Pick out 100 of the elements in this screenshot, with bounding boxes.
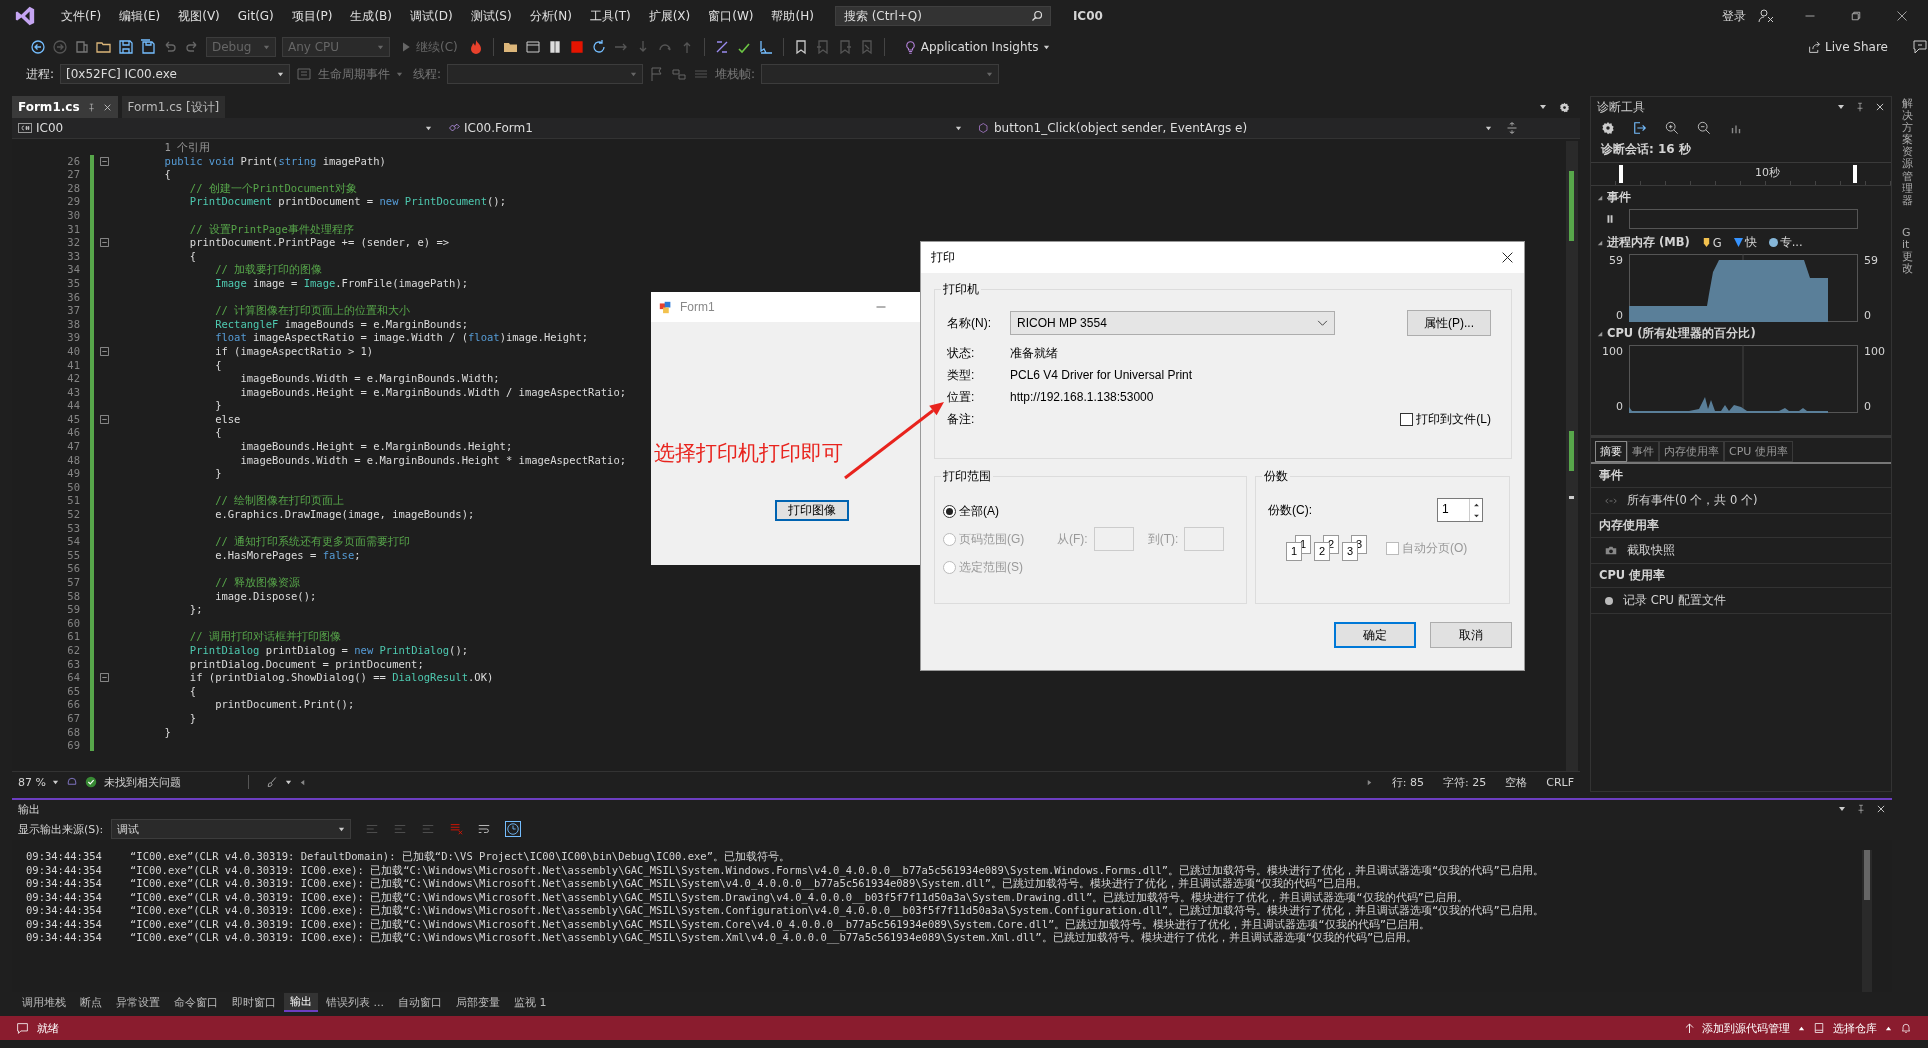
spin-up-icon[interactable]: [1472, 502, 1480, 507]
chat-icon[interactable]: [16, 1021, 29, 1035]
summary-link[interactable]: 截取快照: [1627, 543, 1675, 558]
close-icon[interactable]: [102, 102, 112, 112]
collapse-icon[interactable]: [100, 238, 109, 248]
new-item-icon[interactable]: [74, 39, 90, 55]
tool-window-tab[interactable]: 断点: [74, 993, 108, 1011]
collapse-icon[interactable]: [100, 156, 109, 166]
scroll-right-icon[interactable]: [1365, 778, 1373, 786]
back-icon[interactable]: [30, 39, 46, 55]
tool-window-tab[interactable]: 即时窗口: [226, 993, 282, 1011]
save-icon[interactable]: [118, 39, 134, 55]
pin-icon[interactable]: [86, 102, 96, 112]
collapse-icon[interactable]: [1597, 239, 1603, 246]
save-all-icon[interactable]: [140, 39, 156, 55]
spin-down-icon[interactable]: [1472, 513, 1480, 518]
restart-icon[interactable]: [590, 39, 607, 55]
editor-tab[interactable]: Form1.cs: [12, 96, 118, 118]
scroll-left-icon[interactable]: [298, 778, 306, 786]
references-link[interactable]: 1 个引用: [114, 141, 211, 153]
settings-icon[interactable]: [1559, 101, 1570, 113]
menu-item[interactable]: Git(G): [228, 9, 283, 23]
tab-list-icon[interactable]: [1539, 103, 1547, 111]
menu-item[interactable]: 编辑(E): [110, 7, 170, 25]
menu-item[interactable]: 调试(D): [401, 7, 462, 25]
timeline-ruler[interactable]: 10秒: [1591, 162, 1891, 186]
menu-item[interactable]: 测试(S): [461, 7, 521, 25]
account-icon[interactable]: [1758, 8, 1774, 24]
print-to-file-checkbox[interactable]: 打印到文件(L): [1400, 410, 1491, 428]
tool-window-tab[interactable]: 自动窗口: [392, 993, 448, 1011]
lifecycle-events-dropdown[interactable]: 生命周期事件: [318, 65, 391, 83]
from-page-field[interactable]: [1093, 527, 1134, 551]
open-folder-icon[interactable]: [96, 39, 112, 55]
panel-tab[interactable]: CPU 使用率: [1724, 441, 1793, 462]
dropdown-icon[interactable]: [1838, 805, 1846, 813]
copies-spinner[interactable]: 1: [1437, 498, 1483, 522]
print-image-button[interactable]: 打印图像: [775, 500, 849, 521]
whitespace-indicator[interactable]: 空格: [1505, 774, 1528, 790]
line-indicator[interactable]: 行: 85: [1391, 774, 1424, 790]
zoom-in-icon[interactable]: [1665, 121, 1679, 135]
summary-link[interactable]: 所有事件(0 个，共 0 个): [1627, 493, 1758, 508]
source-control-button[interactable]: 添加到源代码管理: [1702, 1020, 1790, 1036]
tool-window-tab[interactable]: 输出: [284, 992, 318, 1012]
clock-icon[interactable]: [505, 821, 522, 837]
pin-icon[interactable]: [1856, 804, 1866, 814]
editor-tab[interactable]: Form1.cs [设计]: [121, 96, 226, 118]
restore-button[interactable]: [1850, 10, 1862, 22]
properties-button[interactable]: 属性(P)...: [1407, 310, 1491, 336]
collapse-icon[interactable]: [100, 415, 109, 425]
tool-window-tab[interactable]: 局部变量: [450, 993, 506, 1011]
application-insights-button[interactable]: Application Insights: [899, 40, 1054, 54]
column-indicator[interactable]: 字符: 25: [1443, 774, 1487, 790]
clear-all-icon[interactable]: [449, 822, 464, 836]
pause-icon[interactable]: [1605, 214, 1615, 224]
member-dropdown[interactable]: button1_Click(object sender, EventArgs e): [972, 119, 1498, 137]
process-dropdown[interactable]: [0x52FC] IC00.exe: [60, 64, 291, 84]
menu-item[interactable]: 项目(P): [282, 7, 342, 25]
output-source-dropdown[interactable]: 调试: [111, 819, 352, 839]
summary-link[interactable]: 记录 CPU 配置文件: [1623, 593, 1726, 608]
search-field[interactable]: 搜索 (Ctrl+Q): [834, 6, 1051, 26]
menu-item[interactable]: 工具(T): [580, 7, 640, 25]
live-share-button[interactable]: Live Share: [1804, 40, 1892, 54]
repository-button[interactable]: 选择仓库: [1833, 1020, 1877, 1036]
stop-icon[interactable]: [568, 39, 585, 55]
menu-item[interactable]: 分析(N): [520, 7, 581, 25]
tool-window-tab[interactable]: 调用堆栈: [16, 993, 72, 1011]
printer-dropdown[interactable]: RICOH MP 3554: [1010, 311, 1335, 335]
collapse-icon[interactable]: [1597, 194, 1603, 201]
dropdown-icon[interactable]: [1837, 103, 1845, 111]
panel-tab[interactable]: 摘要: [1595, 441, 1627, 462]
pin-icon[interactable]: [1855, 102, 1865, 112]
zoom-out-icon[interactable]: [1697, 121, 1711, 135]
collapse-icon[interactable]: [1597, 330, 1603, 337]
tool-window-tab[interactable]: 异常设置: [110, 993, 166, 1011]
menu-item[interactable]: 生成(B): [341, 7, 401, 25]
feedback-icon[interactable]: [1912, 39, 1928, 55]
copilot-icon[interactable]: [65, 776, 78, 788]
scrollbar[interactable]: [1862, 850, 1872, 992]
range-radio[interactable]: 全部(A): [943, 502, 1043, 520]
settings-icon[interactable]: [1601, 121, 1615, 135]
close-icon[interactable]: [1876, 804, 1886, 814]
brush-icon[interactable]: [265, 776, 278, 788]
tool-window-tab[interactable]: 监视 1: [508, 993, 553, 1011]
dialog-button[interactable]: 确定: [1334, 622, 1416, 648]
menu-item[interactable]: 文件(F): [52, 7, 111, 25]
scrollbar[interactable]: [1566, 141, 1578, 771]
menu-item[interactable]: 窗口(W): [699, 7, 763, 25]
project-dropdown[interactable]: IC00: [12, 119, 438, 137]
panel-tab[interactable]: 内存使用率: [1659, 441, 1724, 462]
dialog-button[interactable]: 取消: [1430, 622, 1512, 648]
line-ending-indicator[interactable]: CRLF: [1546, 775, 1574, 789]
split-icon[interactable]: [1506, 122, 1518, 134]
panel-tab[interactable]: 事件: [1627, 441, 1659, 462]
menu-item[interactable]: 帮助(H): [762, 7, 823, 25]
sign-in-link[interactable]: 登录: [1722, 7, 1746, 25]
cursor-icon[interactable]: [757, 39, 774, 55]
type-dropdown[interactable]: IC00.Form1: [442, 119, 968, 137]
zoom-dropdown[interactable]: 87 %: [18, 775, 59, 789]
side-tab[interactable]: Git 更改: [1902, 226, 1913, 276]
menu-item[interactable]: 扩展(X): [639, 7, 700, 25]
